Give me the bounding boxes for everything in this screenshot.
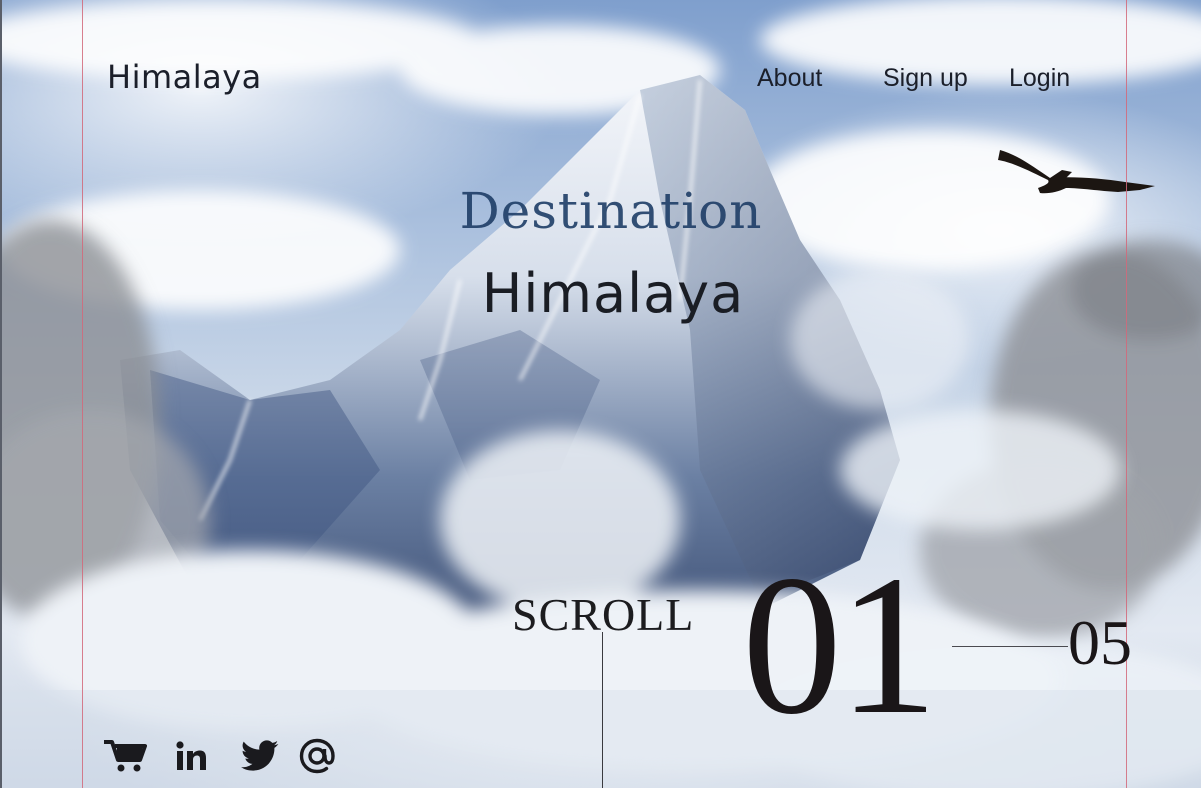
guide-line-left — [82, 0, 83, 788]
twitter-icon[interactable] — [239, 734, 281, 778]
mountain-background-image — [0, 0, 1201, 788]
nav-login-link[interactable]: Login — [1009, 64, 1070, 93]
hero-eyebrow: Destination — [459, 182, 763, 240]
landing-page: Himalaya About Sign up Login Destination… — [0, 0, 1201, 788]
at-sign-icon[interactable] — [297, 734, 337, 778]
scroll-indicator[interactable]: SCROLL — [512, 588, 694, 641]
nav-about-link[interactable]: About — [757, 64, 822, 93]
slide-total-number: 05 — [1068, 607, 1132, 678]
slide-counter-divider — [952, 646, 1068, 647]
brand-logo[interactable]: Himalaya — [107, 58, 262, 96]
hero-title: Himalaya — [481, 262, 745, 325]
cart-icon[interactable] — [102, 734, 148, 778]
linkedin-icon[interactable] — [173, 734, 209, 778]
slide-current-number: 01 — [742, 535, 938, 756]
scroll-indicator-line — [602, 632, 603, 788]
nav-sign-up-link[interactable]: Sign up — [883, 64, 968, 93]
